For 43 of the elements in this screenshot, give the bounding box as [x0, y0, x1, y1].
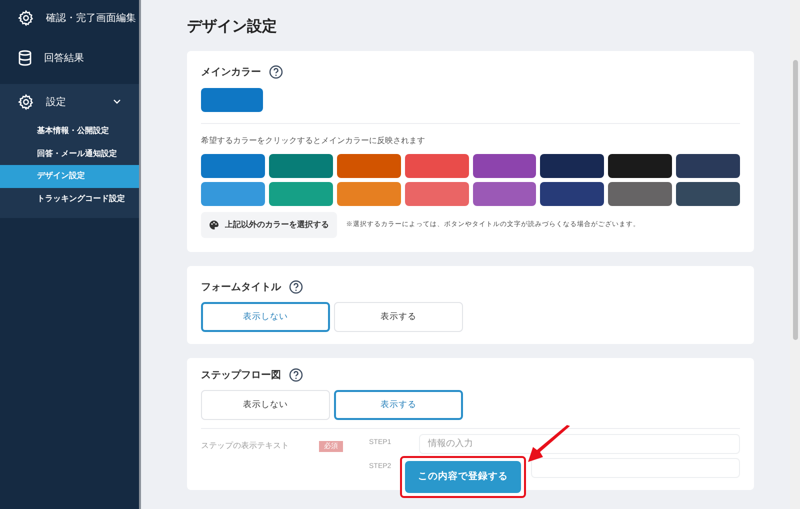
arrow-icon [527, 425, 571, 465]
color-swatch[interactable] [608, 154, 672, 178]
current-color-swatch [201, 88, 263, 112]
color-swatch[interactable] [268, 154, 333, 178]
database-icon [18, 50, 32, 66]
palette-icon [209, 220, 219, 230]
sidebar-item[interactable]: 設定 [0, 84, 139, 120]
sidebar-subitem[interactable]: トラッキングコード設定 [0, 188, 139, 210]
gear-icon [18, 94, 34, 110]
section-title: ステップフロー図 [201, 368, 281, 382]
color-swatch[interactable] [268, 182, 333, 206]
color-swatch[interactable] [404, 182, 468, 206]
color-swatch[interactable] [608, 182, 672, 206]
color-swatch[interactable] [472, 154, 536, 178]
section-title: フォームタイトル [201, 280, 281, 294]
help-icon[interactable] [269, 65, 283, 79]
color-swatch[interactable] [201, 182, 265, 206]
color-swatch[interactable] [404, 154, 468, 178]
color-swatch[interactable] [472, 182, 536, 206]
gear-icon [18, 10, 34, 26]
other-color-button[interactable]: 上記以外のカラーを選択する [201, 212, 337, 238]
sidebar-item[interactable]: 回答結果 [0, 38, 139, 78]
color-swatch[interactable] [201, 154, 265, 178]
page-title: デザイン設定 [187, 17, 278, 37]
section-title: メインカラー [201, 66, 261, 80]
color-swatch[interactable] [676, 182, 740, 206]
help-icon[interactable] [289, 280, 303, 294]
sidebar-subitem[interactable]: 回答・メール通知設定 [0, 142, 139, 165]
toggle-option[interactable]: 表示しない [201, 390, 330, 420]
sidebar-item[interactable]: 確認・完了画面編集 [0, 0, 139, 38]
toggle-option[interactable]: 表示する [334, 390, 463, 420]
color-swatch[interactable] [336, 154, 401, 178]
sidebar-subitem[interactable]: 基本情報・公開設定 [0, 120, 139, 142]
color-swatch[interactable] [540, 154, 604, 178]
step-input[interactable] [531, 458, 740, 478]
color-swatch[interactable] [676, 154, 740, 178]
help-icon[interactable] [289, 368, 303, 382]
color-swatch[interactable] [336, 182, 401, 206]
toggle-option[interactable]: 表示しない [201, 302, 330, 332]
toggle-option[interactable]: 表示する [334, 302, 463, 332]
color-swatch[interactable] [540, 182, 604, 206]
hint-text: 希望するカラーをクリックするとメインカラーに反映されます [201, 134, 426, 146]
field-label: ステップの表示テキスト [201, 440, 289, 450]
